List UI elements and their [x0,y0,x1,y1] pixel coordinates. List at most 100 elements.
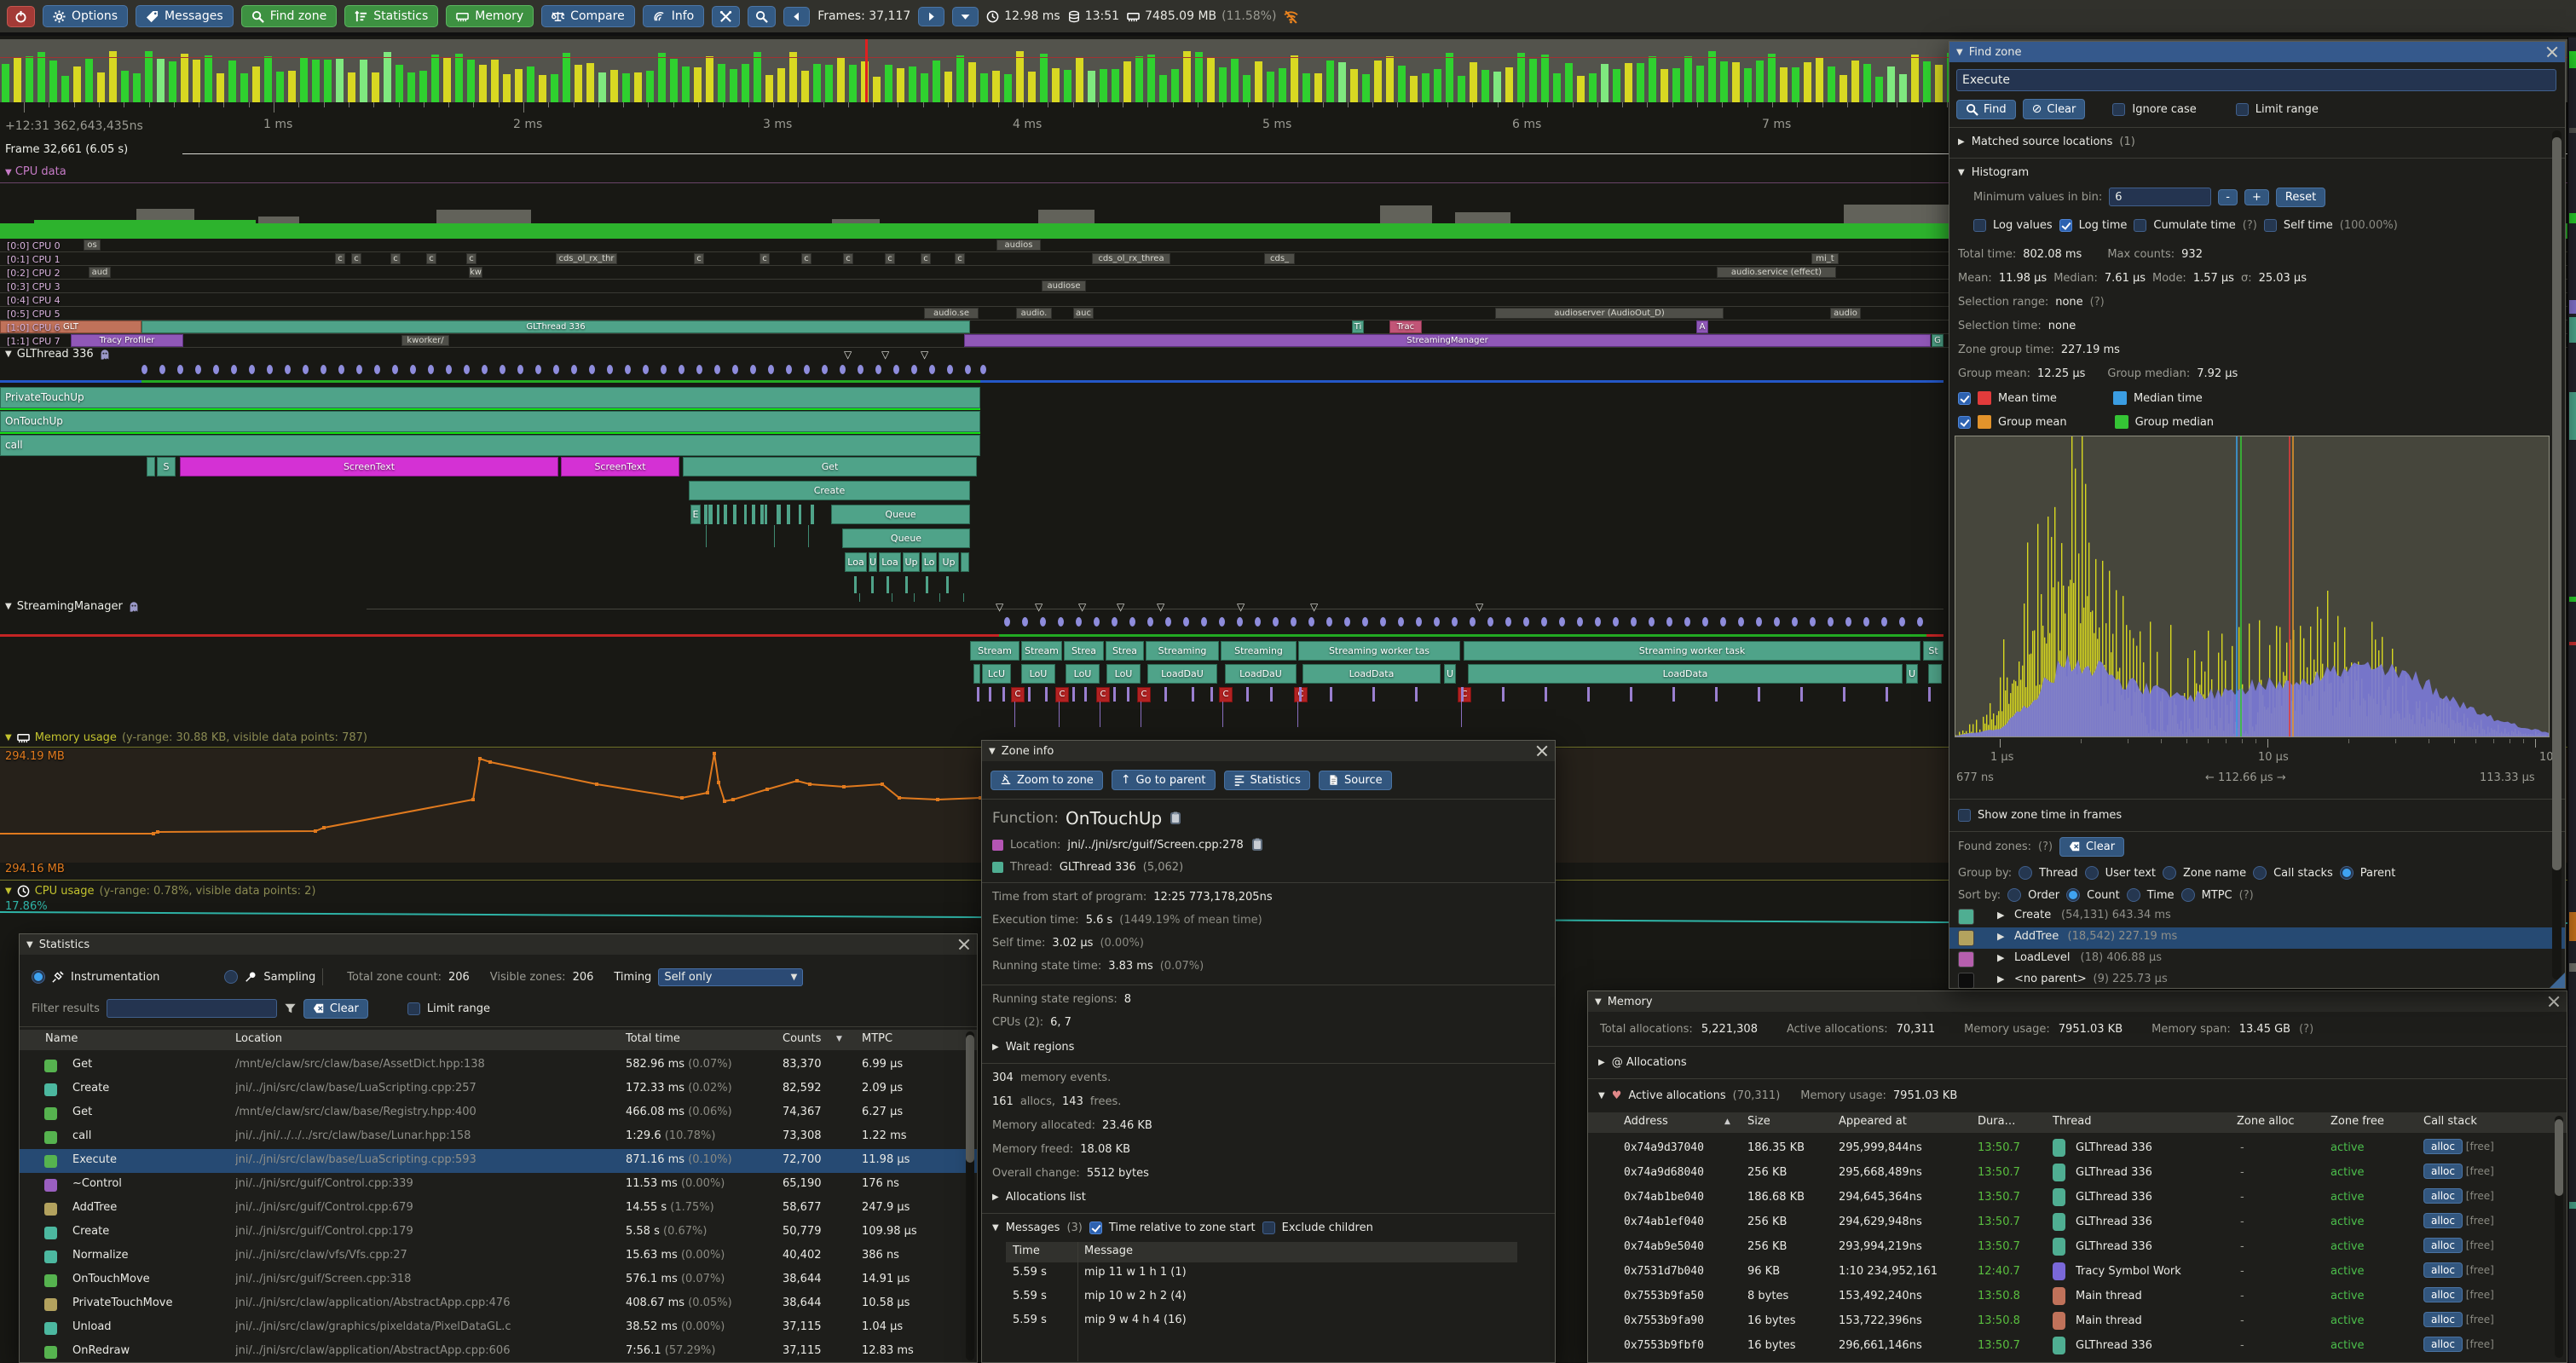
thread-value[interactable]: GLThread 336 [1060,861,1136,874]
timeline-zone[interactable]: S [157,457,176,476]
zoom-search-button[interactable] [748,6,776,27]
sample-dot[interactable] [804,365,810,374]
selected-frame-marker[interactable] [865,39,868,102]
frame-marker-triangle[interactable]: ▽ [1310,602,1318,612]
tiny-zone[interactable] [777,505,781,524]
cpu-context-chip[interactable]: cds_ [1264,253,1295,264]
cpu-context-chip[interactable]: audio. [1016,308,1052,319]
cpu-context-chip[interactable]: audiose [1042,280,1086,292]
frame-marker-triangle[interactable]: ▽ [1157,602,1164,612]
tiny-zone[interactable] [811,505,814,524]
table-row[interactable]: ~Controljni/../jni/src/guif/Control.cpp:… [20,1173,978,1197]
sort-by-count-radio[interactable] [2066,888,2080,902]
message-sliver[interactable] [1372,687,1375,702]
sample-dot[interactable] [1362,617,1368,627]
sample-dot[interactable] [786,365,792,374]
sample-dot[interactable] [1470,617,1476,627]
frame-marker-triangle[interactable]: ▽ [1237,602,1245,612]
sample-dot[interactable] [1720,617,1726,627]
sample-dot[interactable] [1738,617,1744,627]
statistics-button[interactable]: Statistics [344,5,438,27]
group-by-parent-radio[interactable] [2340,866,2354,880]
sample-dot[interactable] [1541,617,1547,627]
column-header-dura-[interactable]: Dura… [1978,1115,2016,1128]
sample-dot[interactable] [338,365,344,374]
filter-input[interactable] [107,999,277,1018]
sample-dot[interactable] [303,365,309,374]
table-row[interactable]: calljni/../jni/../../../src/claw/base/Lu… [20,1125,978,1149]
prev-frame-button[interactable] [783,7,810,26]
sample-dot[interactable] [929,365,935,374]
message-sliver[interactable] [1028,687,1031,702]
sample-dot[interactable] [1183,617,1189,627]
timeline-zone[interactable]: Get [683,457,977,476]
sample-dot[interactable] [285,365,291,374]
sample-dot[interactable] [392,365,398,374]
sample-dot[interactable] [1505,617,1511,627]
clipboard-icon[interactable] [1169,811,1182,825]
tiny-zone[interactable] [765,505,767,524]
message-sliver[interactable] [1886,687,1888,702]
streaming-zone[interactable]: LoU [1106,664,1141,684]
zoom-to-zone-button[interactable]: Zoom to zone [991,771,1103,790]
frame-marker-triangle[interactable]: ▽ [996,602,1003,612]
cpu-context-chip[interactable]: audios [996,240,1041,251]
alloc-callstack-button[interactable]: alloc [2423,1238,2463,1253]
tiny-zone[interactable] [744,505,747,524]
sample-dot[interactable] [249,365,255,374]
found-zone-row[interactable]: ▶Create(54,131) 643.34 ms [1949,906,2566,927]
frame-marker-triangle[interactable]: ▽ [921,349,928,360]
error-zone[interactable]: C [1458,687,1471,702]
group-by-zone-name-radio[interactable] [2163,866,2176,880]
message-sliver[interactable] [1072,687,1075,702]
sample-dot[interactable] [1380,617,1386,627]
sample-dot[interactable] [1917,617,1923,627]
sample-dot[interactable] [1666,617,1672,627]
frame-select-button[interactable] [952,7,979,26]
sample-dot[interactable] [1595,617,1601,627]
message-sliver[interactable] [1843,687,1845,702]
sample-dot[interactable] [696,365,702,374]
statistics-titlebar[interactable]: ▼Statistics [20,934,977,955]
sort-by-mtpc-radio[interactable] [2181,888,2195,902]
table-row[interactable]: 0x74ab1be040186.68 KB294,645,364ns13:50.… [1588,1186,2567,1210]
message-sliver[interactable] [1715,687,1718,702]
sample-dot[interactable] [1684,617,1690,627]
glthread-header[interactable]: ▼GLThread 336 [5,348,111,361]
memory-button[interactable]: Memory [446,5,534,27]
clipboard-icon[interactable] [1250,838,1264,852]
wait-regions-toggle[interactable]: ▶Wait regions [992,1037,1074,1056]
sample-dot[interactable] [1326,617,1332,627]
found-zone-row[interactable]: ▶LoadLevel(18) 406.88 µs [1949,949,2566,970]
info-button[interactable]: Info [643,5,705,27]
message-sliver[interactable] [977,687,979,702]
column-header-time[interactable]: Time [1013,1245,1040,1257]
tiny-zone[interactable] [887,576,889,593]
group-mean-median-checkbox[interactable] [1958,416,1971,429]
timeline-zone[interactable]: Queue [831,505,970,524]
sample-dot[interactable] [893,365,899,374]
message-sliver[interactable] [1002,687,1005,702]
sample-dot[interactable] [553,365,559,374]
sample-dot[interactable] [1076,617,1082,627]
sample-dot[interactable] [840,365,846,374]
cpu-context-chip[interactable]: audio.service (effect) [1717,267,1836,278]
find-zone-button[interactable]: Find zone [241,5,338,27]
active-allocations-toggle[interactable]: ▼ [1598,1091,1605,1100]
timeline-zone[interactable]: U [869,552,877,572]
streaming-zone[interactable]: Streaming [1221,641,1297,661]
zone-band-call[interactable]: call [0,435,980,456]
streaming-zone[interactable]: U [1444,664,1456,684]
sample-dot[interactable] [1881,617,1887,627]
cpu-context-chip[interactable]: c [955,253,965,264]
cpu-context-chip[interactable]: c [694,253,704,264]
find-zone-histogram[interactable] [1955,436,2550,737]
message-sliver[interactable] [1210,687,1213,702]
cpu-thread-zone[interactable]: A [1696,321,1708,333]
next-frame-button[interactable] [918,7,944,26]
sample-dot[interactable] [1273,617,1279,627]
compare-button[interactable]: Compare [541,5,635,27]
alloc-callstack-button[interactable]: alloc [2423,1164,2463,1179]
sample-dot[interactable] [679,365,684,374]
tiny-zone[interactable] [926,576,928,593]
